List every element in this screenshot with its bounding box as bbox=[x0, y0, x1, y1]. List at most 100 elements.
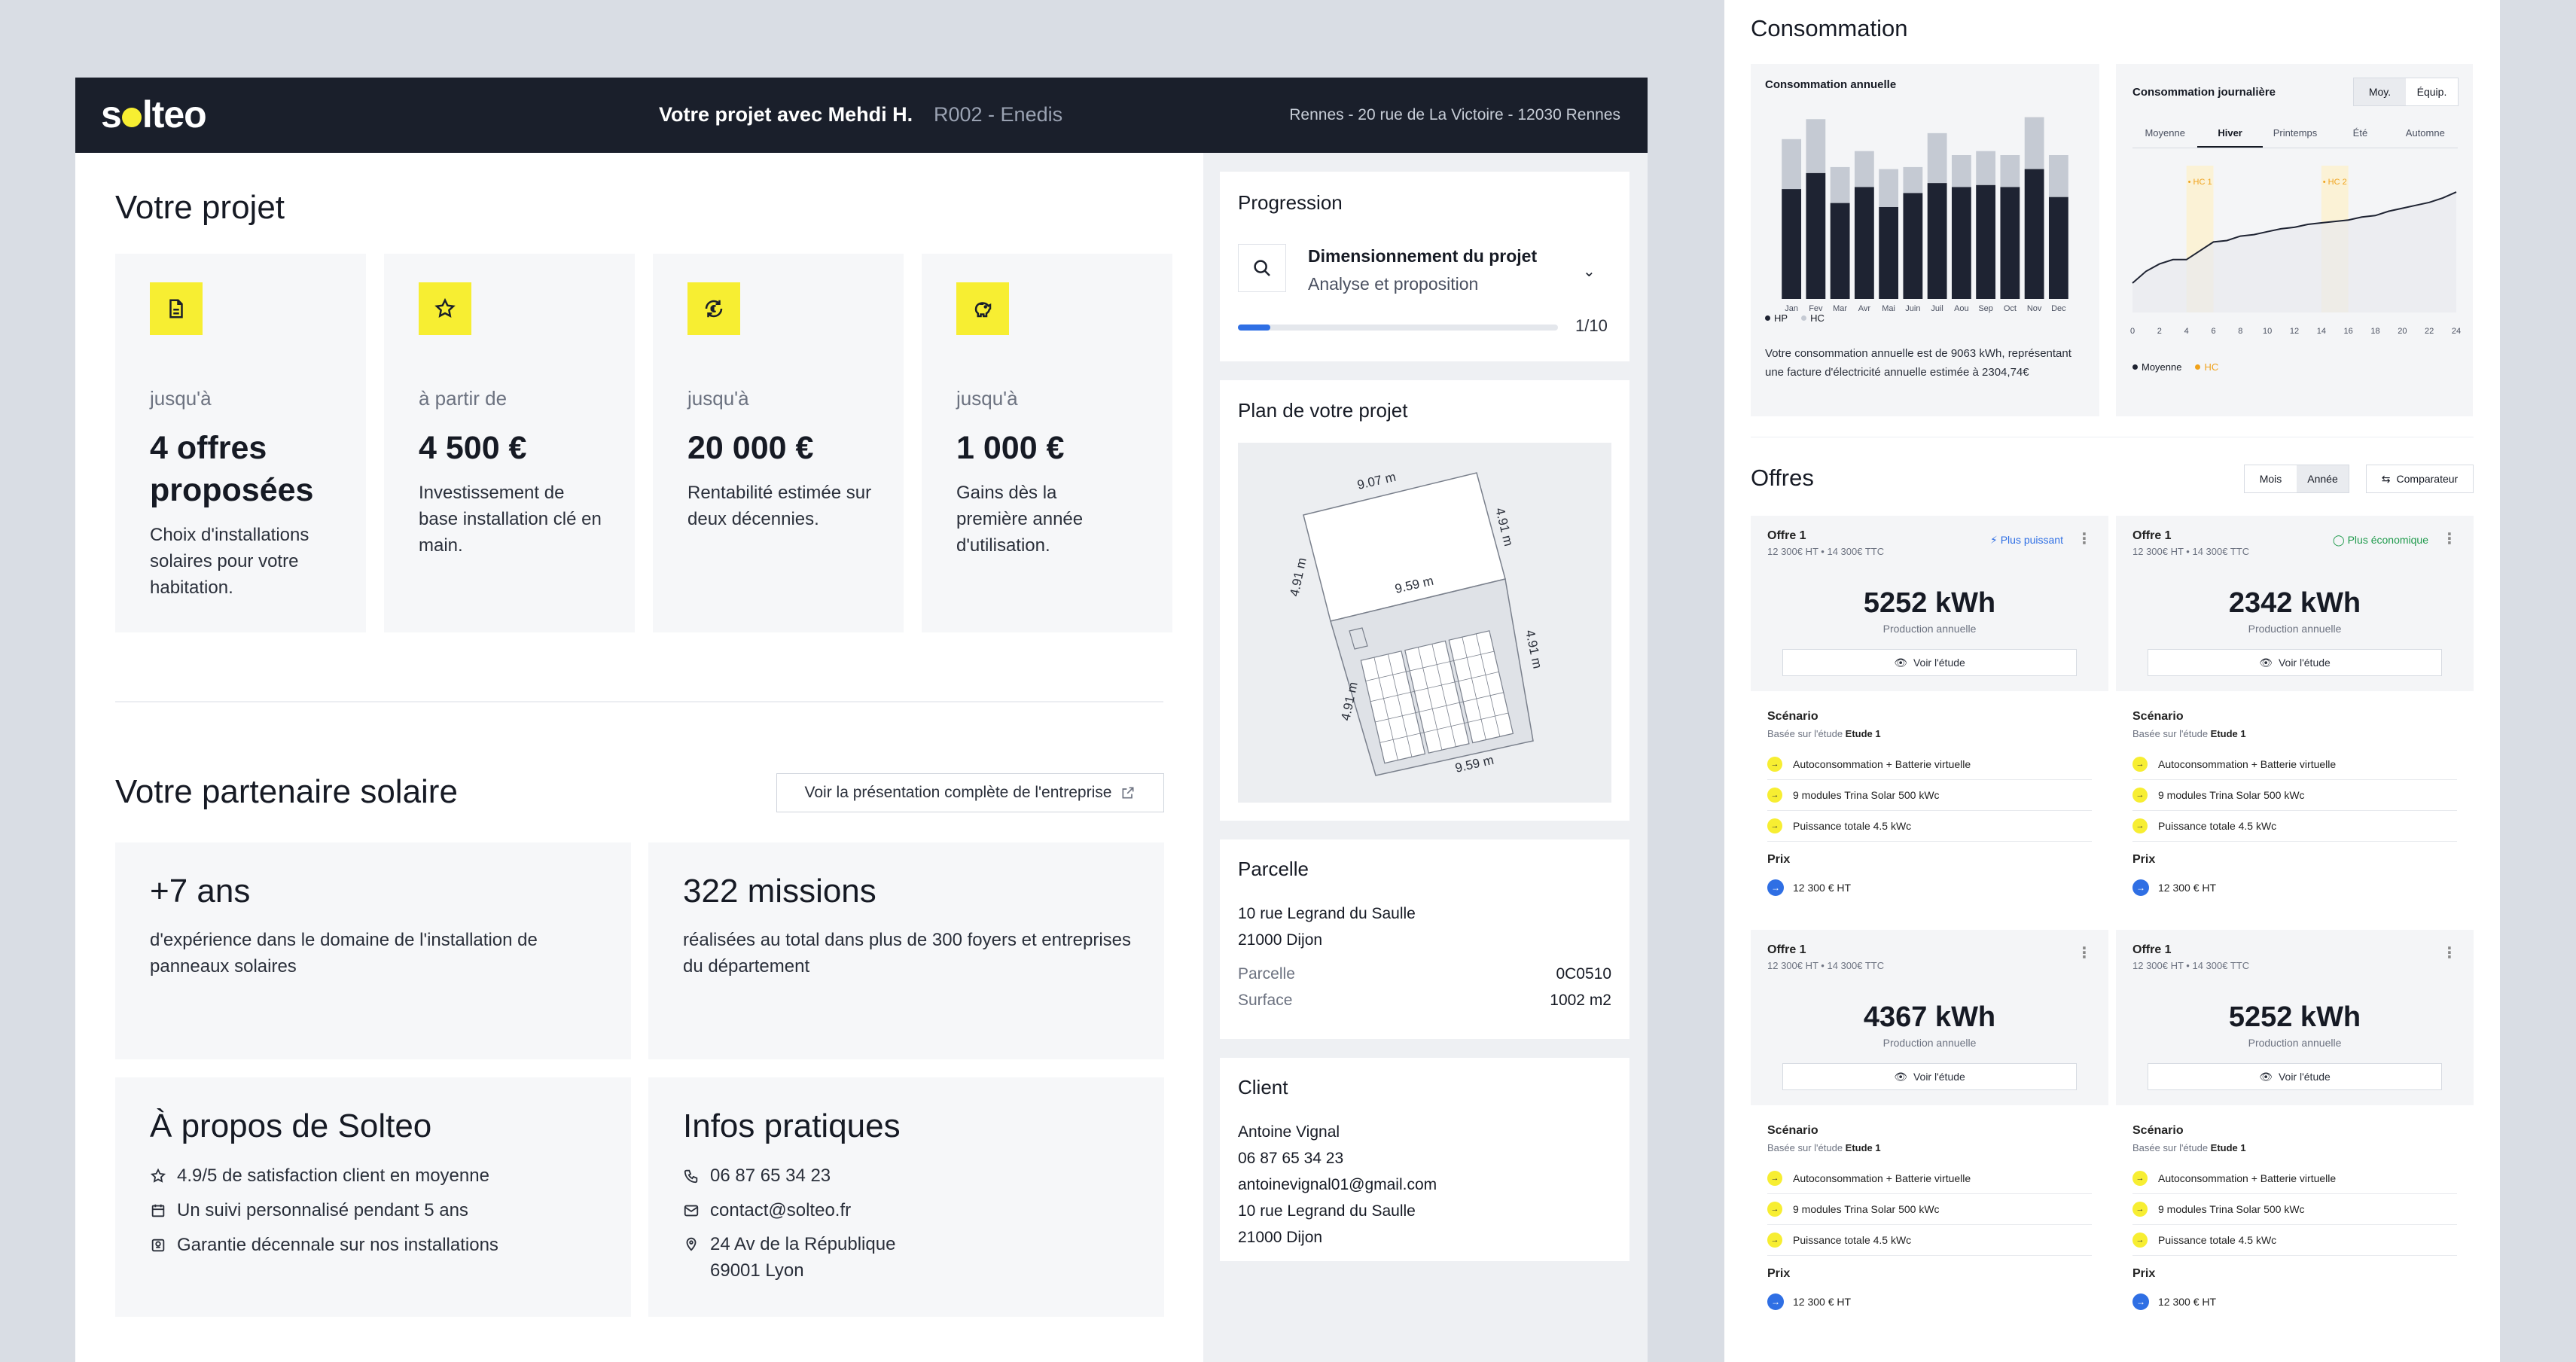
offer-card[interactable]: Offre 1 12 300€ HT • 14 300€ TTC ⚡ Plus … bbox=[1751, 516, 2108, 919]
scenario-title: Scénario bbox=[1767, 1124, 1818, 1137]
about-item-text: 4.9/5 de satisfaction client en moyenne bbox=[177, 1165, 489, 1186]
offer-card[interactable]: Offre 1 12 300€ HT • 14 300€ TTC ⋮ 4367 … bbox=[1751, 930, 2108, 1333]
x-tick-label: 2 bbox=[2157, 327, 2162, 336]
scenario-based-on: Basée sur l'étude Etude 1 bbox=[2132, 1142, 2246, 1153]
scenario-feature: → Puissance totale 4.5 kWc bbox=[1767, 811, 2092, 842]
kpi-card-profitability: jusqu'à 20 000 € Rentabilité estimée sur… bbox=[653, 254, 904, 632]
company-presentation-label: Voir la présentation complète de l'entre… bbox=[804, 784, 1112, 801]
plan-card: Plan de votre projet 9.07 m 4.91 m 9.59 … bbox=[1220, 380, 1629, 821]
more-options-icon[interactable]: ⋮ bbox=[2077, 529, 2092, 548]
offer-name: Offre 1 bbox=[1767, 529, 1806, 542]
company-presentation-button[interactable]: Voir la présentation complète de l'entre… bbox=[776, 773, 1164, 812]
star-icon bbox=[419, 282, 471, 335]
chevron-down-icon[interactable]: ⌄ bbox=[1583, 262, 1596, 281]
x-tick-label: Avr bbox=[1858, 304, 1871, 313]
star-icon bbox=[150, 1168, 166, 1183]
x-tick-label: Juin bbox=[1905, 304, 1920, 313]
scenario-feature: → Autoconsommation + Batterie virtuelle bbox=[1767, 749, 2092, 780]
offer-card[interactable]: Offre 1 12 300€ HT • 14 300€ TTC ⋮ 5252 … bbox=[2116, 930, 2474, 1333]
kpi-value: 4 offres proposées bbox=[150, 430, 314, 508]
tab-ete[interactable]: Été bbox=[2328, 127, 2392, 148]
toggle-average[interactable]: Moy. bbox=[2354, 78, 2406, 105]
arrow-right-icon: → bbox=[2132, 1202, 2148, 1217]
season-tabs: Moyenne Hiver Printemps Été Automne bbox=[2132, 127, 2458, 148]
x-tick-label: 8 bbox=[2238, 327, 2242, 336]
header-project-title: Votre projet avec Mehdi H. bbox=[659, 103, 913, 126]
info-phone[interactable]: 06 87 65 34 23 bbox=[683, 1159, 895, 1193]
view-study-button[interactable]: 👁︎ Voir l'étude bbox=[2148, 1063, 2442, 1090]
comparator-button[interactable]: ⇆ Comparateur bbox=[2366, 465, 2474, 493]
offer-annual-production: 5252 kWh bbox=[1863, 587, 1996, 619]
kpi-prefix: à partir de bbox=[419, 387, 508, 410]
hc-band-label: • HC 2 bbox=[2323, 178, 2347, 187]
arrow-right-icon: → bbox=[2132, 788, 2148, 803]
client-phone[interactable]: 06 87 65 34 23 bbox=[1238, 1145, 1437, 1172]
offer-card[interactable]: Offre 1 12 300€ HT • 14 300€ TTC ◯ Plus … bbox=[2116, 516, 2474, 919]
calendar-icon bbox=[151, 1204, 165, 1217]
offer-production-label: Production annuelle bbox=[1882, 1037, 1977, 1049]
practical-info-title: Infos pratiques bbox=[683, 1108, 901, 1144]
tab-moyenne[interactable]: Moyenne bbox=[2132, 127, 2197, 148]
daily-toggle: Moy. Équip. bbox=[2353, 78, 2459, 106]
bar-hp bbox=[1854, 187, 1874, 299]
tab-printemps[interactable]: Printemps bbox=[2263, 127, 2328, 148]
parcel-address-line1: 10 rue Legrand du Saulle bbox=[1238, 905, 1416, 922]
bar-hc bbox=[1951, 155, 1971, 187]
parcel-id-value: 0C0510 bbox=[1556, 965, 1611, 983]
view-study-button[interactable]: 👁︎ Voir l'étude bbox=[1782, 1063, 2077, 1090]
bar-hp bbox=[2000, 187, 2020, 299]
kpi-card-investment: à partir de 4 500 € Investissement de ba… bbox=[384, 254, 635, 632]
offer-production-label: Production annuelle bbox=[2248, 623, 2342, 635]
x-tick-label: 18 bbox=[2370, 327, 2379, 336]
bar-hp bbox=[1927, 183, 1947, 299]
external-link-icon bbox=[1122, 787, 1134, 799]
solteo-logo[interactable]: s lteo bbox=[101, 93, 207, 136]
view-study-button[interactable]: 👁︎ Voir l'étude bbox=[1782, 649, 2077, 676]
x-tick-label: 10 bbox=[2263, 327, 2272, 336]
bar-hp bbox=[1782, 189, 1802, 299]
tab-automne[interactable]: Automne bbox=[2393, 127, 2458, 148]
more-options-icon[interactable]: ⋮ bbox=[2442, 529, 2457, 548]
scenario-title: Scénario bbox=[2132, 1124, 2184, 1137]
missions-value: 322 missions bbox=[683, 873, 876, 910]
experience-desc: d'expérience dans le domaine de l'instal… bbox=[150, 930, 538, 977]
price-label: Prix bbox=[2132, 1267, 2156, 1280]
x-tick-label: Oct bbox=[2004, 304, 2017, 313]
tab-hiver[interactable]: Hiver bbox=[2197, 127, 2263, 148]
x-tick-label: 0 bbox=[2130, 327, 2135, 336]
scenario-based-on: Basée sur l'étude Etude 1 bbox=[1767, 728, 1881, 739]
x-tick-label: 4 bbox=[2184, 327, 2189, 336]
offer-annual-production: 4367 kWh bbox=[1863, 1001, 1996, 1033]
parcel-card: Parcelle 10 rue Legrand du Saulle 21000 … bbox=[1220, 839, 1629, 1039]
annual-legend: HP HC bbox=[1765, 312, 1825, 324]
experience-value: +7 ans bbox=[150, 873, 251, 910]
header-project-code: R002 - Enedis bbox=[934, 103, 1063, 126]
progress-bar bbox=[1238, 325, 1558, 331]
client-email[interactable]: antoinevignal01@gmail.com bbox=[1238, 1172, 1437, 1198]
x-tick-label: Aou bbox=[1954, 304, 1969, 313]
x-tick-label: Nov bbox=[2027, 304, 2042, 313]
client-address-line2: 21000 Dijon bbox=[1238, 1229, 1323, 1246]
more-options-icon[interactable]: ⋮ bbox=[2442, 943, 2457, 962]
more-options-icon[interactable]: ⋮ bbox=[2077, 943, 2092, 962]
progress-step-title: Dimensionnement du projet bbox=[1308, 246, 1538, 266]
x-tick-label: 12 bbox=[2290, 327, 2299, 336]
client-title: Client bbox=[1238, 1076, 1288, 1098]
offer-price-line: 12 300€ HT • 14 300€ TTC bbox=[2132, 960, 2250, 971]
search-icon bbox=[1238, 244, 1286, 292]
scenario-title: Scénario bbox=[1767, 710, 1818, 723]
toggle-equipment[interactable]: Équip. bbox=[2406, 78, 2458, 105]
arrow-right-icon: → bbox=[1767, 1293, 1784, 1310]
daily-line-chart: • HC 1 • HC 20 2 4 6 8 10 12 14 16 18 20 22 24 bbox=[2130, 166, 2461, 336]
view-study-button[interactable]: 👁︎ Voir l'étude bbox=[2148, 649, 2442, 676]
toggle-year[interactable]: Année bbox=[2297, 465, 2349, 492]
annual-consumption-card: Consommation annuelle Jan Fev Mar Avr Mai Jui… bbox=[1751, 64, 2099, 416]
practical-info-card: Infos pratiques 06 87 65 34 23 contact@s… bbox=[648, 1077, 1164, 1317]
kpi-card-gains: jusqu'à 1 000 € Gains dès la première an… bbox=[922, 254, 1172, 632]
toggle-month[interactable]: Mois bbox=[2245, 465, 2297, 492]
scenario-feature: → 9 modules Trina Solar 500 kWc bbox=[1767, 1194, 2092, 1225]
arrow-right-icon: → bbox=[2132, 1233, 2148, 1248]
annual-chart-title: Consommation annuelle bbox=[1765, 78, 1897, 91]
legend-hc-hours: HC bbox=[2195, 361, 2218, 373]
info-email[interactable]: contact@solteo.fr bbox=[683, 1193, 895, 1228]
